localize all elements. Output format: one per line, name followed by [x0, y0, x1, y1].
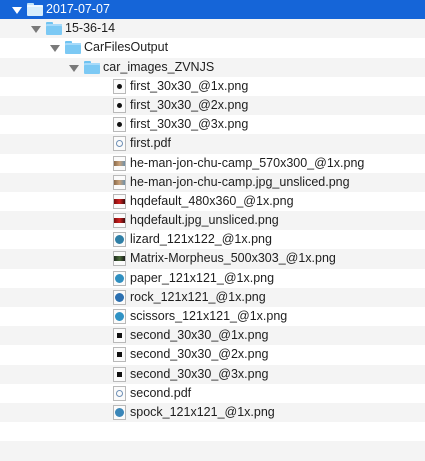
- file-name-label: second_30x30_@1x.png: [130, 328, 269, 343]
- file-row-hqdefault-jpg-unsliced-png[interactable]: hqdefault.jpg_unsliced.png: [0, 211, 425, 231]
- file-name-label: paper_121x121_@1x.png: [130, 270, 275, 285]
- file-row-second-pdf[interactable]: second.pdf: [0, 384, 425, 403]
- folder-name-label: 15-36-14: [65, 21, 116, 36]
- folder-name-label: 2017-07-07: [46, 2, 110, 16]
- folder-name-label: CarFilesOutput: [84, 40, 169, 55]
- disclosure-triangle-icon[interactable]: [68, 58, 80, 77]
- file-name-label: lizard_121x122_@1x.png: [130, 232, 272, 247]
- file-name-label: hqdefault_480x360_@1x.png: [130, 193, 294, 208]
- dot-image-icon: [113, 117, 126, 133]
- file-row-matrix-morpheus-500x303-1x-png[interactable]: Matrix-Morpheus_500x303_@1x.png: [0, 249, 425, 269]
- file-name-label: he-man-jon-chu-camp.jpg_unsliced.png: [130, 174, 350, 189]
- paper-thumbnail-icon: [113, 270, 126, 286]
- dot-image-icon: [113, 78, 126, 94]
- folder-icon: [84, 60, 100, 74]
- rock-thumbnail-icon: [113, 289, 126, 305]
- spock-thumbnail-icon: [113, 404, 126, 420]
- file-row-hqdefault-480x360-1x-png[interactable]: hqdefault_480x360_@1x.png: [0, 192, 425, 211]
- file-name-label: he-man-jon-chu-camp_570x300_@1x.png: [130, 155, 365, 170]
- folder-row-2017-07-07[interactable]: 2017-07-07: [0, 0, 425, 20]
- file-row-scissors-121x121-1x-png[interactable]: scissors_121x121_@1x.png: [0, 307, 425, 326]
- folder-row-carfilesoutput[interactable]: CarFilesOutput: [0, 38, 425, 57]
- file-name-label: second.pdf: [130, 385, 192, 400]
- dot-image-icon: [113, 97, 126, 113]
- empty-row: [0, 422, 425, 441]
- photo-thumbnail-icon: [113, 155, 126, 171]
- square-image-icon: [113, 347, 126, 363]
- file-row-lizard-121x122-1x-png[interactable]: lizard_121x122_@1x.png: [0, 230, 425, 249]
- square-image-icon: [113, 328, 126, 344]
- disclosure-triangle-icon[interactable]: [30, 19, 42, 38]
- red-thumbnail-icon: [113, 213, 126, 229]
- folder-row-15-36-14[interactable]: 15-36-14: [0, 19, 425, 39]
- file-name-label: first_30x30_@3x.png: [130, 117, 249, 132]
- photo-thumbnail-icon: [113, 174, 126, 190]
- file-row-second-30x30-3x-png[interactable]: second_30x30_@3x.png: [0, 364, 425, 384]
- disclosure-triangle-icon[interactable]: [11, 0, 23, 19]
- file-name-label: scissors_121x121_@1x.png: [130, 309, 288, 323]
- file-row-rock-121x121-1x-png[interactable]: rock_121x121_@1x.png: [0, 287, 425, 307]
- matrix-thumbnail-icon: [113, 251, 126, 267]
- scissors-thumbnail-icon: [113, 309, 126, 324]
- lizard-thumbnail-icon: [113, 232, 126, 248]
- file-name-label: second_30x30_@2x.png: [130, 347, 269, 362]
- file-row-spock-121x121-1x-png[interactable]: spock_121x121_@1x.png: [0, 402, 425, 423]
- folder-row-car-images-zvnjs[interactable]: car_images_ZVNJS: [0, 57, 425, 77]
- red-thumbnail-icon: [113, 193, 126, 209]
- file-name-label: hqdefault.jpg_unsliced.png: [130, 213, 279, 228]
- file-name-label: rock_121x121_@1x.png: [130, 289, 266, 304]
- file-name-label: spock_121x121_@1x.png: [130, 404, 275, 419]
- file-row-paper-121x121-1x-png[interactable]: paper_121x121_@1x.png: [0, 269, 425, 288]
- file-row-second-30x30-1x-png[interactable]: second_30x30_@1x.png: [0, 326, 425, 346]
- folder-name-label: car_images_ZVNJS: [103, 59, 215, 74]
- file-name-label: first_30x30_@2x.png: [130, 97, 249, 112]
- square-image-icon: [113, 366, 126, 382]
- folder-icon: [65, 41, 81, 55]
- file-name-label: second_30x30_@3x.png: [130, 366, 269, 381]
- file-outline-view: 2017-07-07 15-36-14 CarFilesOutput car_imag…: [0, 0, 425, 461]
- file-name-label: first.pdf: [130, 136, 171, 151]
- folder-icon: [27, 3, 43, 16]
- pdf-icon: [113, 385, 126, 401]
- file-name-label: first_30x30_@1x.png: [130, 78, 249, 93]
- disclosure-triangle-icon[interactable]: [49, 38, 61, 57]
- pdf-icon: [113, 136, 126, 152]
- file-row-he-man-jon-chu-camp-570x300-1x-png[interactable]: he-man-jon-chu-camp_570x300_@1x.png: [0, 154, 425, 173]
- file-row-first-30x30-3x-png[interactable]: first_30x30_@3x.png: [0, 115, 425, 134]
- file-name-label: Matrix-Morpheus_500x303_@1x.png: [130, 251, 336, 266]
- file-row-first-pdf[interactable]: first.pdf: [0, 134, 425, 154]
- file-row-he-man-jon-chu-camp-jpg-unsliced-png[interactable]: he-man-jon-chu-camp.jpg_unsliced.png: [0, 172, 425, 192]
- folder-icon: [46, 22, 62, 36]
- file-row-first-30x30-1x-png[interactable]: first_30x30_@1x.png: [0, 77, 425, 96]
- file-row-first-30x30-2x-png[interactable]: first_30x30_@2x.png: [0, 95, 425, 116]
- file-row-second-30x30-2x-png[interactable]: second_30x30_@2x.png: [0, 345, 425, 364]
